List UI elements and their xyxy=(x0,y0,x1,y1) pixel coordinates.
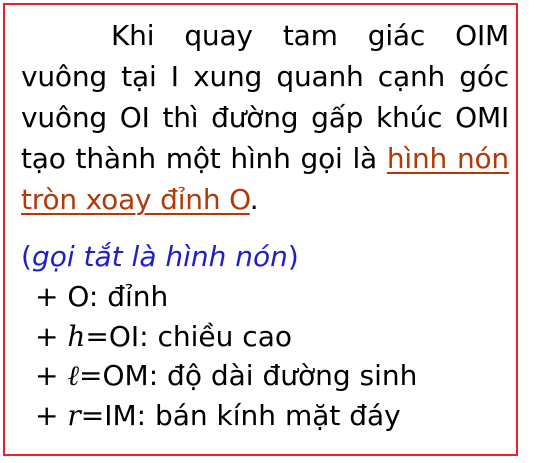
list-item-height: + h=OI: chiều cao xyxy=(35,317,417,357)
note-close-paren: ) xyxy=(287,240,299,273)
note-line: (gọi tắt là hình nón) xyxy=(21,237,299,277)
item-prefix: + xyxy=(35,319,68,353)
item-prefix: + xyxy=(35,398,68,432)
item-symbol: ℓ xyxy=(67,359,80,392)
list-item-vertex: + O: đỉnh xyxy=(35,277,417,317)
item-text: =IM: bán kính mặt đáy xyxy=(80,398,401,432)
list-item-radius: + r=IM: bán kính mặt đáy xyxy=(35,396,417,436)
item-text: đỉnh xyxy=(107,280,169,313)
item-text: =OI: chiều cao xyxy=(85,319,292,353)
note-open-paren: ( xyxy=(21,240,32,273)
item-prefix: + O: xyxy=(35,280,108,313)
list-item-slant-height: + ℓ=OM: độ dài đường sinh xyxy=(35,356,417,396)
item-symbol: r xyxy=(67,398,81,432)
item-text: =OM: độ dài đường sinh xyxy=(79,359,418,392)
content-frame: Khi quay tam giác OIM vuông tại I xung q… xyxy=(3,3,518,456)
definition-paragraph: Khi quay tam giác OIM vuông tại I xung q… xyxy=(21,15,509,220)
element-list: + O: đỉnh + h=OI: chiều cao + ℓ=OM: độ d… xyxy=(35,277,417,435)
item-prefix: + xyxy=(35,359,68,392)
note-text: gọi tắt là hình nón xyxy=(31,240,288,273)
item-symbol: h xyxy=(67,319,86,353)
definition-period: . xyxy=(249,183,259,216)
